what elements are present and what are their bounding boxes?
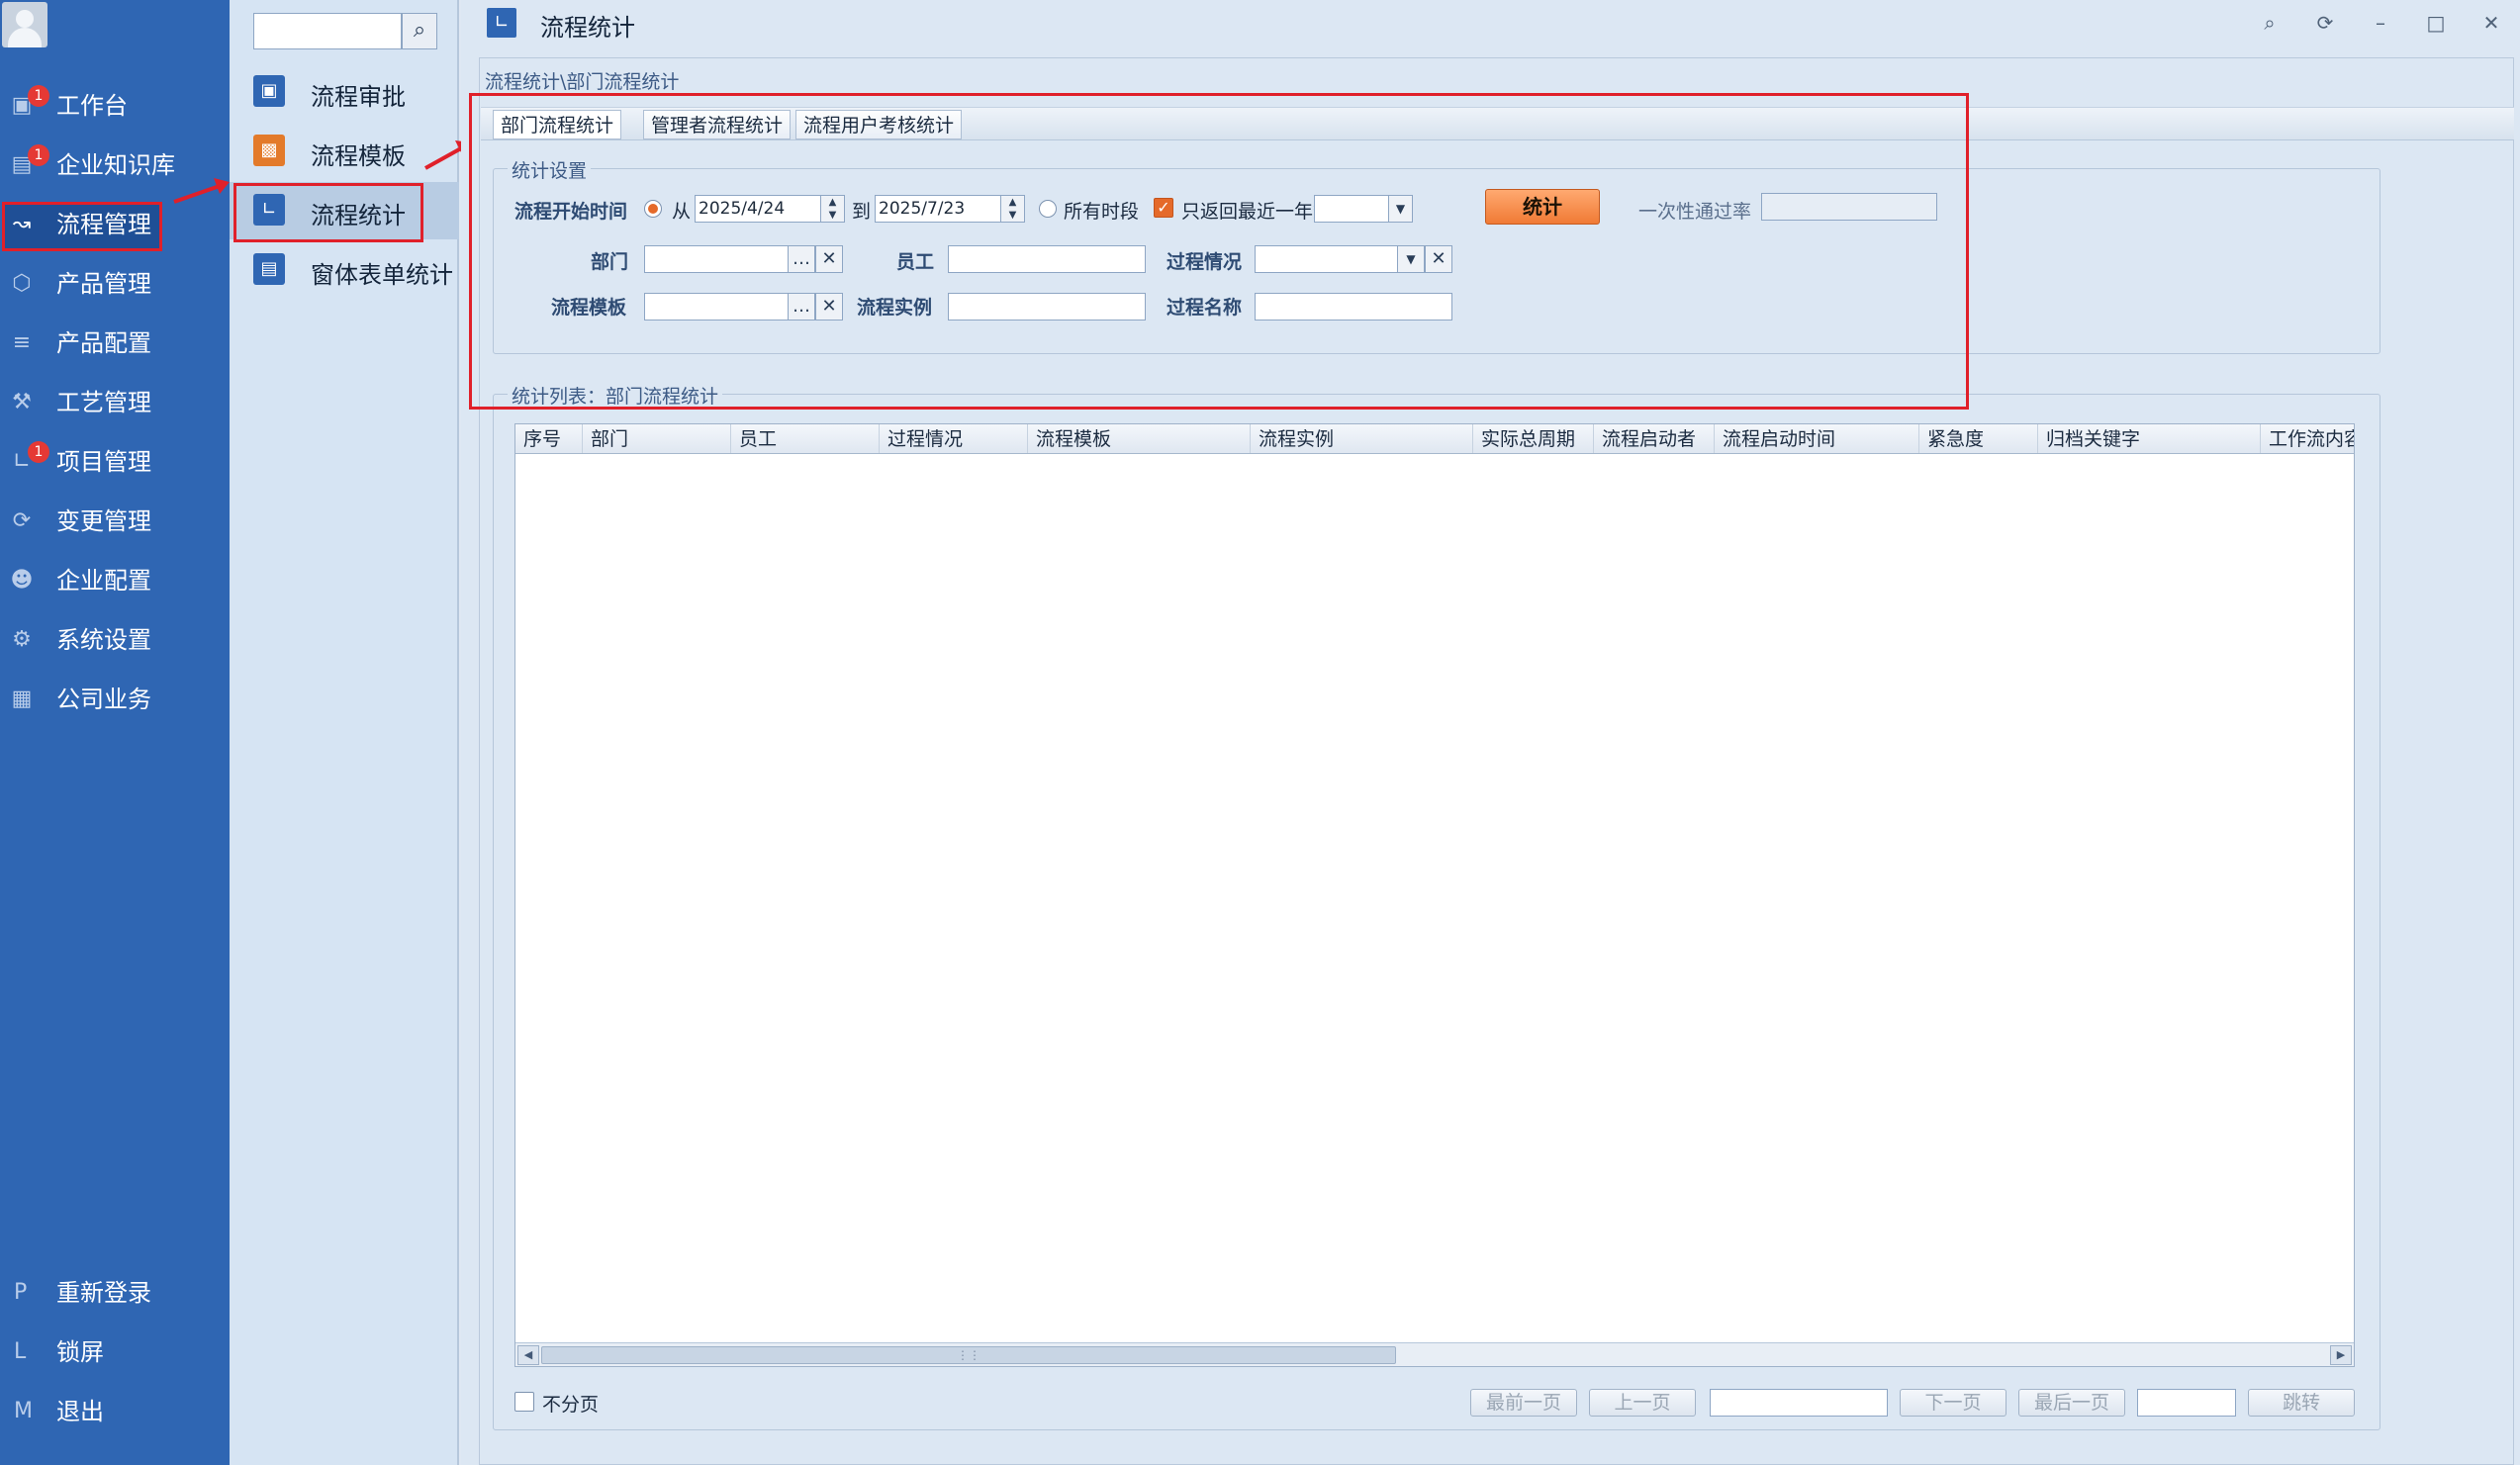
nav-item-enterprise-config[interactable]: ☻ 企业配置 — [0, 556, 230, 605]
main-panel: ∟ 流程统计 ⌕ ⟳ – □ ✕ 流程统计\部门流程统计 部门流程统计 管理者流… — [461, 0, 2520, 1465]
jump-button[interactable]: 跳转 — [2248, 1389, 2355, 1417]
scroll-left-icon[interactable]: ◀ — [517, 1345, 539, 1365]
sliders-icon: ≡ — [12, 330, 32, 355]
next-page-button[interactable]: 下一页 — [1900, 1389, 2007, 1417]
page-number-field[interactable] — [1710, 1389, 1888, 1417]
sub-item-label: 流程模板 — [311, 142, 406, 170]
last-page-button[interactable]: 最后一页 — [2018, 1389, 2125, 1417]
nav-item-label: 公司业务 — [56, 686, 151, 713]
table-header: 序号 部门 员工 过程情况 流程模板 流程实例 实际总周期 流程启动者 流程启动… — [515, 424, 2354, 454]
shortcut-key: P — [14, 1280, 28, 1305]
monitor-icon: ▣ — [253, 75, 285, 107]
nav-item-project-management[interactable]: ∟ 1 项目管理 — [0, 437, 230, 487]
template-icon: ▩ — [253, 135, 285, 166]
maximize-icon[interactable]: □ — [2418, 6, 2454, 40]
sub-item-process-approval[interactable]: ▣ 流程审批 — [230, 63, 459, 121]
column-header[interactable]: 紧急度 — [1919, 424, 2038, 453]
nav-item-label: 系统设置 — [56, 626, 151, 654]
jump-page-field[interactable] — [2137, 1389, 2236, 1417]
grid-icon: ▦ — [11, 687, 33, 711]
search-button[interactable]: ⌕ — [402, 13, 437, 49]
horizontal-scrollbar[interactable]: ◀ ⋮⋮ ▶ — [515, 1342, 2354, 1366]
chart-icon: ∟ — [487, 8, 516, 38]
shortcut-key: L — [14, 1339, 27, 1364]
scrollbar-thumb[interactable]: ⋮⋮ — [541, 1346, 1396, 1364]
column-header[interactable]: 流程模板 — [1028, 424, 1251, 453]
breadcrumb: 流程统计\部门流程统计 — [485, 71, 680, 93]
no-paging-checkbox[interactable] — [514, 1392, 534, 1412]
main-nav: ▣ 1 工作台 ▤ 1 企业知识库 ↝ 流程管理 ⬡ 产品管理 ≡ 产品配置 ⚒… — [0, 0, 230, 1465]
nav-item-label: 重新登录 — [56, 1279, 151, 1307]
nav-item-label: 锁屏 — [56, 1338, 104, 1366]
page-title: 流程统计 — [540, 14, 635, 42]
annotation-arrow — [173, 178, 230, 204]
sub-item-process-statistics[interactable]: ∟ 流程统计 — [230, 182, 459, 242]
notification-badge: 1 — [28, 144, 49, 166]
nav-item-label: 产品管理 — [56, 270, 151, 298]
sub-item-form-statistics[interactable]: ▤ 窗体表单统计 — [230, 241, 459, 299]
column-header[interactable]: 流程实例 — [1251, 424, 1473, 453]
users-icon: ☻ — [10, 568, 34, 593]
refresh-icon[interactable]: ⟳ — [2307, 6, 2343, 40]
stats-table[interactable]: 序号 部门 员工 过程情况 流程模板 流程实例 实际总周期 流程启动者 流程启动… — [514, 423, 2355, 1367]
column-header[interactable]: 员工 — [731, 424, 880, 453]
nav-item-logout[interactable]: M 退出 — [0, 1387, 230, 1436]
sub-menu: ⌕ ▣ 流程审批 ▩ 流程模板 ∟ 流程统计 ▤ 窗体表单统计 — [230, 0, 459, 1465]
nav-item-product-config[interactable]: ≡ 产品配置 — [0, 319, 230, 368]
nav-item-workbench[interactable]: ▣ 1 工作台 — [0, 81, 230, 131]
prev-page-button[interactable]: 上一页 — [1589, 1389, 1696, 1417]
column-header[interactable]: 流程启动者 — [1594, 424, 1715, 453]
wrench-icon: ⚒ — [12, 390, 32, 414]
shortcut-key: M — [14, 1399, 33, 1423]
nav-item-label: 变更管理 — [56, 507, 151, 535]
nav-item-label: 企业配置 — [56, 567, 151, 595]
nav-item-label: 项目管理 — [56, 448, 151, 476]
sub-item-label: 流程统计 — [311, 202, 406, 229]
nav-item-product-management[interactable]: ⬡ 产品管理 — [0, 259, 230, 309]
nav-item-label: 退出 — [56, 1398, 104, 1425]
close-icon[interactable]: ✕ — [2473, 6, 2509, 40]
nav-item-change-management[interactable]: ⟳ 变更管理 — [0, 497, 230, 546]
sub-item-label: 窗体表单统计 — [311, 261, 453, 289]
first-page-button[interactable]: 最前一页 — [1470, 1389, 1577, 1417]
no-paging-label: 不分页 — [542, 1394, 600, 1416]
nav-item-relogin[interactable]: P 重新登录 — [0, 1268, 230, 1318]
nav-item-system-settings[interactable]: ⚙ 系统设置 — [0, 615, 230, 665]
column-header[interactable]: 过程情况 — [880, 424, 1028, 453]
column-header[interactable]: 工作流内容 — [2261, 424, 2354, 453]
avatar[interactable] — [2, 2, 47, 47]
nav-item-label: 产品配置 — [56, 329, 151, 357]
nav-item-label: 工艺管理 — [56, 389, 151, 416]
trend-icon: ↝ — [12, 212, 32, 236]
search-icon[interactable]: ⌕ — [2252, 6, 2287, 40]
cycle-icon: ⟳ — [12, 508, 32, 533]
column-header[interactable]: 实际总周期 — [1473, 424, 1594, 453]
nav-item-label: 流程管理 — [56, 211, 151, 238]
column-header[interactable]: 流程启动时间 — [1715, 424, 1919, 453]
menu-search-input[interactable] — [253, 13, 402, 49]
notification-badge: 1 — [28, 85, 49, 107]
column-header[interactable]: 部门 — [583, 424, 731, 453]
nav-item-label: 工作台 — [56, 92, 128, 120]
nav-item-lock-screen[interactable]: L 锁屏 — [0, 1328, 230, 1377]
notification-badge: 1 — [28, 441, 49, 463]
nav-item-craft-management[interactable]: ⚒ 工艺管理 — [0, 378, 230, 427]
search-icon: ⌕ — [413, 18, 426, 43]
nav-item-company-business[interactable]: ▦ 公司业务 — [0, 675, 230, 724]
column-header[interactable]: 归档关键字 — [2038, 424, 2261, 453]
scroll-right-icon[interactable]: ▶ — [2330, 1345, 2352, 1365]
column-header[interactable]: 序号 — [515, 424, 583, 453]
annotation-highlight-box — [469, 93, 1969, 410]
cube-icon: ⬡ — [12, 271, 32, 296]
sub-item-label: 流程审批 — [311, 83, 406, 111]
form-icon: ▤ — [253, 253, 285, 285]
chart-icon: ∟ — [253, 194, 285, 226]
minimize-icon[interactable]: – — [2363, 6, 2398, 40]
nav-item-label: 企业知识库 — [56, 151, 175, 179]
title-bar: ∟ 流程统计 ⌕ ⟳ – □ ✕ — [461, 0, 2520, 46]
gear-icon: ⚙ — [12, 627, 32, 652]
